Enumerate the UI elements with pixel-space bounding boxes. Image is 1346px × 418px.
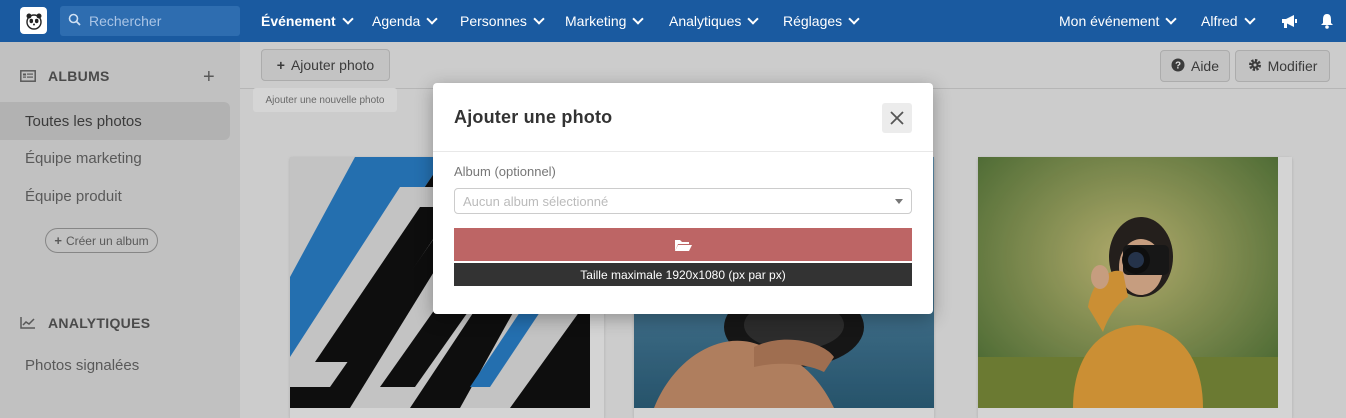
- add-photo-dialog: Ajouter une photo Album (optionnel) Aucu…: [433, 83, 933, 314]
- nav-menu-label: Agenda: [372, 13, 421, 29]
- chevron-down-icon: [1165, 13, 1178, 25]
- nav-menu-analytics[interactable]: Analytiques: [669, 0, 760, 42]
- chevron-down-icon: [848, 13, 860, 25]
- user-menu[interactable]: Alfred: [1201, 0, 1256, 42]
- nav-menu-label: Marketing: [565, 13, 627, 29]
- top-navigation-bar: Rechercher Événement Agenda Personnes Ma…: [0, 0, 1346, 42]
- app-logo[interactable]: [20, 7, 47, 34]
- album-select[interactable]: Aucun album sélectionné: [454, 188, 912, 214]
- nav-menu-settings[interactable]: Réglages: [783, 0, 860, 42]
- event-selector[interactable]: Mon événement: [1059, 0, 1178, 42]
- album-select-placeholder: Aucun album sélectionné: [463, 193, 609, 209]
- folder-open-icon: [675, 239, 692, 251]
- megaphone-icon[interactable]: [1281, 0, 1298, 42]
- nav-menu-label: Réglages: [783, 13, 843, 29]
- search-input[interactable]: Rechercher: [60, 6, 240, 36]
- nav-menu-agenda[interactable]: Agenda: [372, 0, 438, 42]
- nav-menu-label: Événement: [261, 13, 336, 29]
- album-field-label: Album (optionnel): [454, 164, 556, 179]
- nav-menu-label: Personnes: [460, 13, 527, 29]
- nav-menu-event[interactable]: Événement: [261, 0, 354, 42]
- chevron-down-icon: [342, 13, 354, 25]
- search-icon: [68, 13, 81, 29]
- chevron-down-icon: [533, 13, 545, 25]
- chevron-down-icon: [1243, 13, 1256, 25]
- close-icon: [890, 111, 904, 125]
- max-size-info: Taille maximale 1920x1080 (px par px): [454, 263, 912, 286]
- chevron-down-icon: [632, 13, 645, 25]
- dialog-title: Ajouter une photo: [454, 107, 613, 127]
- nav-menu-people[interactable]: Personnes: [460, 0, 545, 42]
- event-selector-label: Mon événement: [1059, 13, 1160, 29]
- chevron-down-icon: [747, 13, 760, 25]
- user-menu-label: Alfred: [1201, 13, 1238, 29]
- dialog-divider: [433, 151, 933, 152]
- nav-menu-marketing[interactable]: Marketing: [565, 0, 645, 42]
- search-placeholder: Rechercher: [89, 13, 162, 29]
- upload-file-button[interactable]: [454, 228, 912, 261]
- panda-logo-icon: [25, 13, 42, 30]
- bell-icon[interactable]: [1320, 0, 1334, 42]
- chevron-down-icon: [426, 13, 438, 25]
- caret-down-icon: [895, 199, 903, 204]
- nav-menu-label: Analytiques: [669, 13, 742, 29]
- close-button[interactable]: [882, 103, 912, 133]
